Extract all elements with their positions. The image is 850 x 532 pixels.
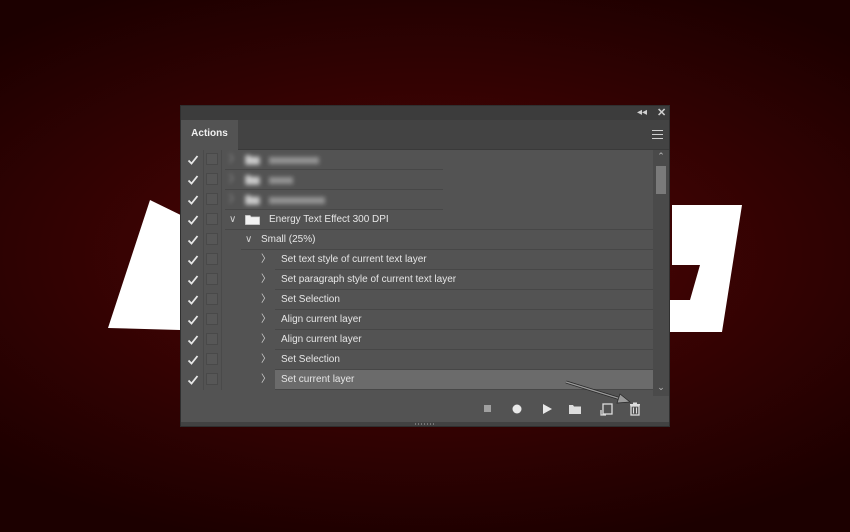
action-item[interactable]: Small (25%) bbox=[241, 230, 653, 250]
chevron-right-icon[interactable]: 〉 bbox=[261, 370, 271, 390]
action-step-item[interactable]: Set paragraph style of current text laye… bbox=[275, 270, 653, 290]
action-row[interactable]: 〉 Align current layer bbox=[181, 330, 653, 350]
toggle-dialog-box[interactable] bbox=[206, 193, 218, 205]
action-label: Align current layer bbox=[281, 334, 362, 345]
scrollbar-thumb[interactable] bbox=[656, 166, 666, 194]
action-row[interactable]: 〉 Set Selection bbox=[181, 350, 653, 370]
action-step-item[interactable]: Set text style of current text layer bbox=[275, 250, 653, 270]
action-label: Energy Text Effect 300 DPI bbox=[269, 214, 389, 225]
toggle-dialog-box[interactable] bbox=[206, 253, 218, 265]
collapse-panel-icon[interactable]: ◂◂ bbox=[637, 106, 647, 120]
actions-list: 〉 〉 〉 ∨ Energy Text Effect 300 DPI ∨ Small (25… bbox=[181, 150, 653, 396]
toggle-item-check-icon[interactable] bbox=[187, 273, 199, 287]
action-step-item[interactable]: Set Selection bbox=[275, 290, 653, 310]
play-icon[interactable] bbox=[539, 401, 555, 417]
panel-footer bbox=[181, 396, 669, 422]
chevron-right-icon[interactable]: 〉 bbox=[261, 330, 271, 350]
scrollbar[interactable]: ⌃ ⌄ bbox=[653, 150, 669, 396]
toggle-item-check-icon[interactable] bbox=[187, 313, 199, 327]
chevron-right-icon[interactable]: 〉 bbox=[261, 250, 271, 270]
action-step-item[interactable]: Set current layer bbox=[275, 370, 653, 390]
panel-tabbar: Actions bbox=[181, 120, 669, 150]
toggle-dialog-box[interactable] bbox=[206, 333, 218, 345]
toggle-dialog-box[interactable] bbox=[206, 153, 218, 165]
action-label: Set paragraph style of current text laye… bbox=[281, 274, 457, 285]
action-row[interactable]: 〉 bbox=[181, 190, 653, 210]
folder-icon bbox=[245, 175, 260, 185]
toggle-item-check-icon[interactable] bbox=[187, 353, 199, 367]
toggle-item-check-icon[interactable] bbox=[187, 193, 199, 207]
panel-resize-grip[interactable] bbox=[181, 422, 669, 426]
toggle-dialog-box[interactable] bbox=[206, 273, 218, 285]
action-label: Align current layer bbox=[281, 314, 362, 325]
toggle-item-check-icon[interactable] bbox=[187, 233, 199, 247]
toggle-dialog-box[interactable] bbox=[206, 293, 218, 305]
toggle-item-check-icon[interactable] bbox=[187, 373, 199, 387]
toggle-dialog-box[interactable] bbox=[206, 353, 218, 365]
close-icon[interactable]: ✕ bbox=[657, 106, 666, 120]
action-label: Set current layer bbox=[281, 374, 355, 385]
action-row[interactable]: ∨ Small (25%) bbox=[181, 230, 653, 250]
new-set-folder-icon[interactable] bbox=[567, 401, 583, 417]
action-label: Small (25%) bbox=[261, 234, 316, 245]
toggle-item-check-icon[interactable] bbox=[187, 153, 199, 167]
chevron-right-icon[interactable]: 〉 bbox=[261, 310, 271, 330]
action-label: Set Selection bbox=[281, 354, 340, 365]
delete-trash-icon[interactable] bbox=[627, 401, 643, 417]
action-row[interactable]: 〉 Align current layer bbox=[181, 310, 653, 330]
action-row[interactable]: ∨ Energy Text Effect 300 DPI bbox=[181, 210, 653, 230]
panel-menu-icon[interactable] bbox=[652, 130, 663, 139]
action-row[interactable]: 〉 Set paragraph style of current text lay… bbox=[181, 270, 653, 290]
chevron-right-icon[interactable]: 〉 bbox=[261, 290, 271, 310]
action-step-item[interactable]: Align current layer bbox=[275, 330, 653, 350]
scroll-up-icon[interactable]: ⌃ bbox=[653, 151, 669, 162]
action-set-item[interactable] bbox=[225, 170, 443, 190]
redacted-label bbox=[269, 197, 325, 204]
toggle-dialog-box[interactable] bbox=[206, 233, 218, 245]
redacted-label bbox=[269, 177, 293, 184]
record-icon[interactable] bbox=[509, 401, 525, 417]
action-set-item[interactable]: Energy Text Effect 300 DPI bbox=[225, 210, 653, 230]
stop-icon[interactable] bbox=[480, 401, 496, 417]
scroll-down-icon[interactable]: ⌄ bbox=[653, 382, 669, 393]
toggle-item-check-icon[interactable] bbox=[187, 333, 199, 347]
chevron-right-icon[interactable]: 〉 bbox=[261, 350, 271, 370]
toggle-dialog-box[interactable] bbox=[206, 173, 218, 185]
new-action-icon[interactable] bbox=[599, 401, 615, 417]
actions-panel: ◂◂ ✕ Actions 〉 〉 〉 ∨ Energy Text Effect 300 … bbox=[180, 105, 670, 427]
action-label: Set text style of current text layer bbox=[281, 254, 427, 265]
folder-icon bbox=[245, 155, 260, 165]
folder-icon bbox=[245, 215, 260, 225]
action-row[interactable]: 〉 bbox=[181, 150, 653, 170]
redacted-label bbox=[269, 157, 319, 164]
panel-titlebar[interactable]: ◂◂ ✕ bbox=[181, 106, 669, 120]
action-set-item[interactable] bbox=[225, 190, 443, 210]
action-step-item[interactable]: Set Selection bbox=[275, 350, 653, 370]
action-set-item[interactable] bbox=[225, 150, 443, 170]
action-row[interactable]: 〉 bbox=[181, 170, 653, 190]
toggle-item-check-icon[interactable] bbox=[187, 213, 199, 227]
toggle-dialog-box[interactable] bbox=[206, 313, 218, 325]
toggle-item-check-icon[interactable] bbox=[187, 253, 199, 267]
folder-icon bbox=[245, 195, 260, 205]
action-row[interactable]: 〉 Set Selection bbox=[181, 290, 653, 310]
chevron-right-icon[interactable]: 〉 bbox=[261, 270, 271, 290]
tab-actions[interactable]: Actions bbox=[181, 120, 238, 150]
action-row[interactable]: 〉 Set current layer bbox=[181, 370, 653, 390]
toggle-item-check-icon[interactable] bbox=[187, 173, 199, 187]
toggle-item-check-icon[interactable] bbox=[187, 293, 199, 307]
action-row[interactable]: 〉 Set text style of current text layer bbox=[181, 250, 653, 270]
action-step-item[interactable]: Align current layer bbox=[275, 310, 653, 330]
toggle-dialog-box[interactable] bbox=[206, 373, 218, 385]
action-label: Set Selection bbox=[281, 294, 340, 305]
toggle-dialog-box[interactable] bbox=[206, 213, 218, 225]
